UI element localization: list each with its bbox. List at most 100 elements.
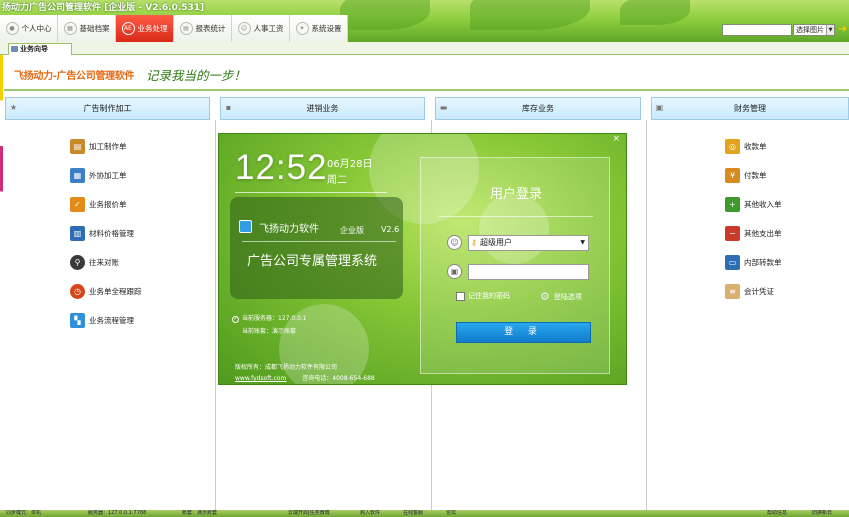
image-select-label: 选择图片 [796,26,824,34]
person-icon: ● [5,22,19,35]
settings-icon: ✦ [295,22,309,35]
list-item-label: 材料价格管理 [89,229,134,238]
brand-name: 飞扬动力-广告公司管理软件 [14,71,135,82]
list-item-process-management[interactable]: ▚ 业务流程管理 [70,306,142,335]
menu-personal-center[interactable]: ● 个人中心 [0,15,58,42]
menu-label: 报表统计 [195,24,226,33]
list-item-quotation[interactable]: ✓ 业务报价单 [70,190,142,219]
account-label: 当前账套：演示账套 [242,328,297,335]
account-row: 当前账套：演示账套 [232,325,307,338]
finance-list: ◎ 收款单 ¥ 付款单 + 其他收入单 − 其他支出单 ▭ 内部转款单 ≡ 会计… [725,132,782,306]
ae-icon: AE [121,22,135,35]
ad-production-list: ▤ 加工制作单 ▦ 外协加工单 ✓ 业务报价单 ▥ 材料价格管理 ⚲ 往来对账 … [70,132,142,335]
password-field[interactable] [468,264,589,280]
list-item-label: 内部转款单 [744,258,782,267]
status-bar: 同步模式：单机 服务器：127.0.0.1:7788 账套：演示账套 云端开启|… [0,510,849,517]
list-item-label: 外协加工单 [89,171,127,180]
list-item-label: 其他收入单 [744,200,782,209]
remember-checkbox[interactable] [456,291,465,301]
image-select[interactable]: 选择图片 ▼ [793,24,835,36]
menu-basic-archive[interactable]: ▦ 基础档案 [58,15,116,42]
list-item-label: 加工制作单 [89,142,127,151]
list-item-other-expense[interactable]: − 其他支出单 [725,219,782,248]
list-item-internal-transfer[interactable]: ▭ 内部转款单 [725,248,782,277]
list-item-label: 会计凭证 [744,287,774,296]
checklist-icon: ✓ [70,197,85,212]
list-item-order-tracking[interactable]: ◷ 业务单全程跟踪 [70,277,142,306]
main-menu: ● 个人中心 ▦ 基础档案 AE 业务处理 ▤ 报表统计 ☺ 人事工资 ✦ 系统… [0,15,348,42]
product-logo-icon [239,220,252,233]
status-server: 服务器：127.0.0.1:7788 [88,510,147,516]
list-item-outsource-order[interactable]: ▦ 外协加工单 [70,161,142,190]
menu-hr-salary[interactable]: ☺ 人事工资 [232,15,290,42]
column-title: 库存业务 [522,104,554,113]
status-sync-mode: 同步模式：单机 [6,510,42,516]
divider [439,216,593,217]
list-item-label: 收款单 [744,142,767,151]
status-buy[interactable]: 购入软件 [360,510,380,517]
user-select-value: 超级用户 [480,238,512,247]
income-icon: + [725,197,740,212]
menu-reports[interactable]: ▤ 报表统计 [174,15,232,42]
list-item-other-income[interactable]: + 其他收入单 [725,190,782,219]
status-upgrade[interactable]: 旧换新日 [812,510,832,517]
leaf-decoration [340,0,430,30]
lock-icon: ▣ [447,264,462,279]
status-forum[interactable]: 论坛 [446,510,456,517]
column-header-ad-production: ★ 广告制作加工 [5,97,210,120]
hand-coin-icon: ¥ [725,168,740,183]
archive-icon: ▦ [63,22,77,35]
header-banner: 扬动力广告公司管理软件 [企业版 - V2.6.0.531] ● 个人中心 ▦ … [0,0,849,42]
divider [235,192,387,193]
status-help[interactable]: 帮助信息 [767,510,787,517]
list-item-label: 业务报价单 [89,200,127,209]
clock-time: 12:52 [235,148,328,187]
money-icon: ▣ [655,103,664,112]
leaf-decoration [620,0,690,25]
divider [4,89,849,91]
arrow-icon[interactable]: ➜ [838,22,847,35]
list-item-label: 其他支出单 [744,229,782,238]
user-select[interactable]: ⚷ 超级用户 ▼ [468,235,589,251]
window-title: 扬动力广告公司管理软件 [企业版 - V2.6.0.531] [2,3,205,13]
list-item-reconciliation[interactable]: ⚲ 往来对账 [70,248,142,277]
gear-icon: ⚙ [540,290,550,303]
guide-icon [11,46,18,52]
magnifier-icon: ⚲ [70,255,85,270]
clock-weekday: 周二 [327,175,347,186]
login-dialog: × 12:52 06月28日 周二 飞扬动力软件 企业版 V2.6 广告公司专属… [218,133,627,385]
menu-system-settings[interactable]: ✦ 系统设置 [290,15,348,42]
menu-label: 业务处理 [137,24,168,33]
list-item-payment[interactable]: ¥ 付款单 [725,161,782,190]
tab-business-guide[interactable]: 业务向导 [8,43,72,55]
hr-icon: ☺ [237,22,251,35]
login-panel: 用户登录 ☺ ⚷ 超级用户 ▼ ▣ 记住我的密码 ⚙ 登陆选项 登 录 [420,157,610,374]
product-title: 广告公司专属管理系统 [247,254,378,269]
user-icon: ☺ [447,235,462,250]
status-cloud[interactable]: 云端开启|任务微博 [288,510,330,517]
website-link[interactable]: www.fydsoft.com [235,375,286,382]
close-icon[interactable]: × [612,134,620,144]
remember-password[interactable]: 记住我的密码 [456,291,510,301]
flow-icon: ▚ [70,313,85,328]
login-options[interactable]: ⚙ 登陆选项 [540,290,582,303]
menu-label: 个人中心 [21,24,52,33]
search-input[interactable] [722,24,792,36]
product-info-box: 飞扬动力软件 企业版 V2.6 广告公司专属管理系统 [230,197,403,299]
login-button[interactable]: 登 录 [456,322,591,343]
flag-icon: ▪ [225,103,232,112]
chevron-down-icon: ▼ [580,239,585,246]
menu-business[interactable]: AE 业务处理 [116,15,174,42]
tab-label: 业务向导 [20,45,48,53]
status-online-service[interactable]: 在线客服 [403,510,423,517]
list-item-material-price[interactable]: ▥ 材料价格管理 [70,219,142,248]
list-item-receipt[interactable]: ◎ 收款单 [725,132,782,161]
list-item-accounting-voucher[interactable]: ≡ 会计凭证 [725,277,782,306]
footer-info: 版权所有：成都飞扬动力软件有限公司 www.fydsoft.com 咨询电话：4… [235,362,375,384]
server-row: ✓ 当前服务器：127.0.0.1 [232,312,307,325]
options-label: 登陆选项 [553,292,582,301]
product-name: 飞扬动力软件 [259,224,319,235]
list-item-processing-order[interactable]: ▤ 加工制作单 [70,132,142,161]
star-icon: ★ [9,103,18,112]
list-item-label: 往来对账 [89,258,119,267]
